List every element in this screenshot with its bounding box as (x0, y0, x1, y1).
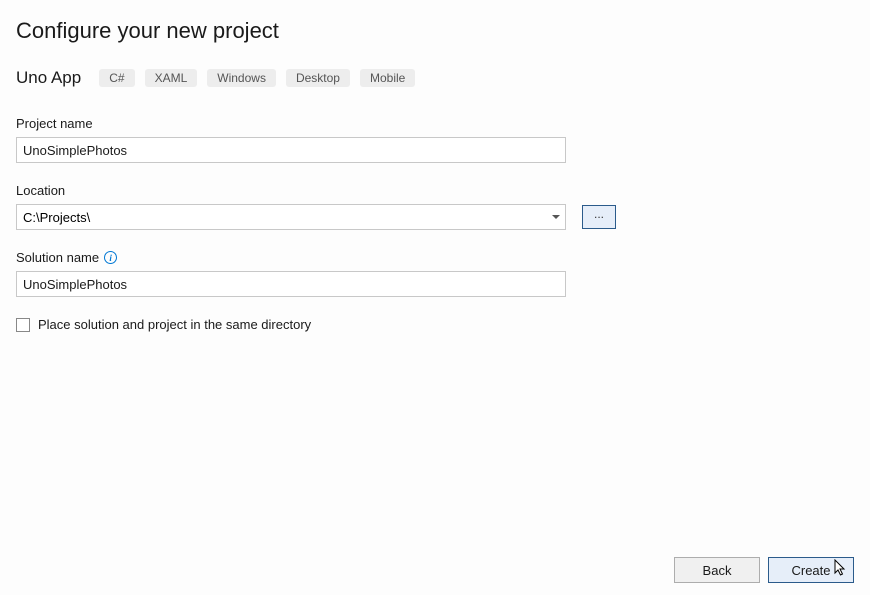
template-row: Uno App C# XAML Windows Desktop Mobile (16, 68, 854, 88)
same-directory-label: Place solution and project in the same d… (38, 317, 311, 332)
browse-button[interactable]: ... (582, 205, 616, 229)
same-directory-row: Place solution and project in the same d… (16, 317, 854, 332)
solution-name-input[interactable] (16, 271, 566, 297)
tag-csharp: C# (99, 69, 134, 87)
solution-name-group: Solution name i (16, 250, 854, 297)
footer: Back Create (674, 557, 854, 583)
project-name-group: Project name (16, 116, 854, 163)
location-input[interactable] (16, 204, 566, 230)
tag-desktop: Desktop (286, 69, 350, 87)
location-label: Location (16, 183, 854, 198)
back-button[interactable]: Back (674, 557, 760, 583)
tag-xaml: XAML (145, 69, 198, 87)
same-directory-checkbox[interactable] (16, 318, 30, 332)
project-name-label: Project name (16, 116, 854, 131)
page-title: Configure your new project (16, 18, 854, 44)
tag-windows: Windows (207, 69, 276, 87)
info-icon[interactable]: i (104, 251, 117, 264)
location-group: Location ... (16, 183, 854, 230)
solution-name-label: Solution name (16, 250, 99, 265)
create-button[interactable]: Create (768, 557, 854, 583)
template-name: Uno App (16, 68, 81, 88)
tag-mobile: Mobile (360, 69, 415, 87)
project-name-input[interactable] (16, 137, 566, 163)
